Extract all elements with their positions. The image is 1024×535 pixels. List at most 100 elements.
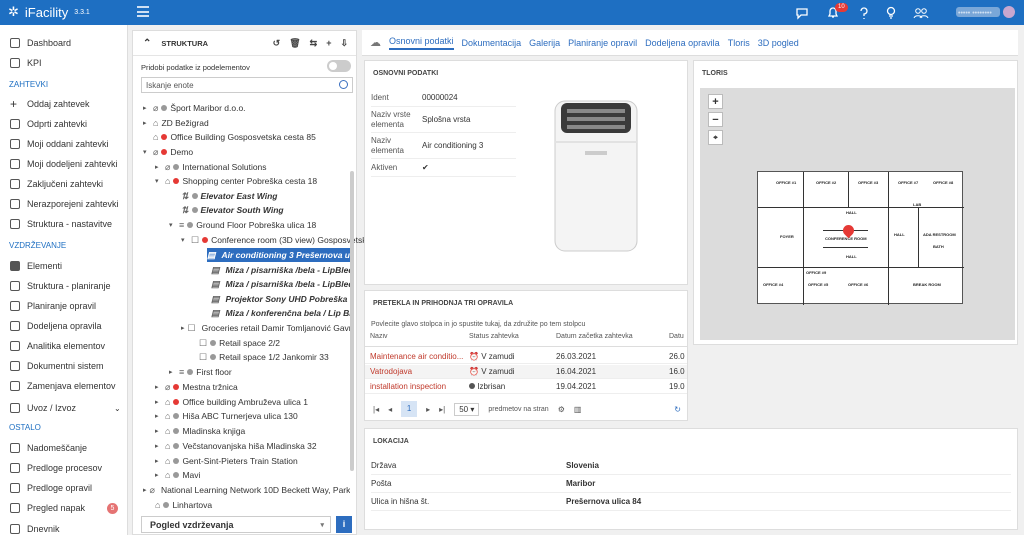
- sidebar-item-zamenjava[interactable]: Zamenjava elementov: [0, 376, 128, 396]
- sidebar-item-planiranje-opravil[interactable]: Planiranje opravil: [0, 296, 128, 316]
- bell-icon[interactable]: 10: [826, 3, 848, 20]
- refresh-icon[interactable]: ↻: [674, 405, 681, 414]
- tree-node[interactable]: ⇅ Elevator East Wing: [181, 189, 277, 203]
- view-select[interactable]: Pogled vzdrževanja ▾: [141, 516, 331, 533]
- users-icon[interactable]: [913, 6, 929, 20]
- tab-dokumentacija[interactable]: Dokumentacija: [462, 38, 522, 48]
- zoom-in-button[interactable]: +: [708, 94, 723, 109]
- tree-node[interactable]: ▸ ⌂ Mladinska knjiga: [155, 424, 245, 438]
- reset-view-button[interactable]: ⌖: [708, 130, 723, 145]
- subelements-toggle[interactable]: [327, 60, 351, 72]
- tab-galerija[interactable]: Galerija: [529, 38, 560, 48]
- table-row[interactable]: Maintenance air conditio... ⏰ V zamudi 26.…: [365, 350, 687, 364]
- tree-node[interactable]: ▾ ☐ Conference room (3D view) Gosposvetska: [181, 233, 371, 247]
- tree-node-selected[interactable]: ▤ Air conditioning 3 Prešernova ulica: [207, 248, 350, 262]
- tree-node[interactable]: ▸ ⌂ Gent-Sint-Pieters Train Station: [155, 454, 298, 468]
- tab-dodeljena-opravila[interactable]: Dodeljena opravila: [645, 38, 720, 48]
- floorplan-map[interactable]: + − ⌖ OFFICE #1 OFFICE #2 OFFICE #3 OFFI…: [700, 88, 1015, 340]
- sidebar-item-analitika[interactable]: Analitika elementov: [0, 336, 128, 356]
- help-icon[interactable]: [857, 6, 871, 20]
- sidebar-item-predloge-procesov[interactable]: Predloge procesov: [0, 458, 128, 478]
- sidebar-item-struktura-planiranje[interactable]: Struktura - planiranje: [0, 276, 128, 296]
- tree-node[interactable]: ▸ ⌂ ZD Bežigrad: [143, 116, 209, 130]
- menu-toggle-icon[interactable]: [137, 6, 149, 17]
- tab-tloris[interactable]: Tloris: [728, 38, 750, 48]
- tab-3d-pogled[interactable]: 3D pogled: [758, 38, 799, 48]
- sidebar-item-nadomescanje[interactable]: Nadomeščanje: [0, 438, 128, 458]
- sidebar-item-uvoz-izvoz[interactable]: Uvoz / Izvoz ⌄: [0, 398, 128, 418]
- tree-node[interactable]: ▸ ⌂ Office building Ambruževa ulica 1: [155, 395, 308, 409]
- avatar[interactable]: [1003, 6, 1015, 18]
- chat-icon[interactable]: [795, 6, 809, 20]
- tree-node[interactable]: ▸ ⌂ Mavi: [155, 468, 200, 482]
- sidebar-item-elementi[interactable]: Elementi: [0, 256, 128, 276]
- tree-node[interactable]: ▤ Miza / pisarniška /bela - LipBled: [211, 277, 350, 291]
- lightbulb-icon[interactable]: [884, 6, 898, 20]
- app-logo[interactable]: ✲ iFacility 3.3.1: [8, 4, 90, 20]
- trash-icon[interactable]: 🗑: [289, 38, 300, 49]
- page-number[interactable]: 1: [401, 401, 418, 417]
- sidebar-item-kpi[interactable]: KPI: [0, 53, 128, 73]
- home-icon: ⌂: [165, 397, 171, 407]
- settings-icon[interactable]: ⚙: [558, 405, 565, 414]
- collapse-icon[interactable]: ⌃: [143, 38, 151, 49]
- tab-osnovni-podatki[interactable]: Osnovni podatki: [389, 36, 454, 50]
- table-row[interactable]: Vatrodojava ⏰ V zamudi 16.04.2021 16.0: [365, 365, 687, 379]
- tree-node[interactable]: ☐ Retail space 2/2: [199, 336, 280, 350]
- first-page-icon[interactable]: |◂: [373, 405, 379, 414]
- tree-node[interactable]: ▤ Miza / konferenčna bela / Lip Bled: [211, 306, 350, 320]
- add-icon[interactable]: +: [326, 38, 331, 49]
- sidebar-item-nerazporejeni[interactable]: Nerazporejeni zahtevki: [0, 194, 128, 214]
- tree-node[interactable]: ▾ ≡ Ground Floor Pobreška ulica 18: [169, 218, 316, 232]
- tree-node[interactable]: ▸ ≡ First floor: [169, 365, 232, 379]
- tree-node[interactable]: ▤ Miza / pisarniška /bela - LipBled: [211, 263, 350, 277]
- prev-page-icon[interactable]: ◂: [388, 405, 392, 414]
- sidebar-item-moji-dodeljeni[interactable]: Moji dodeljeni zahtevki: [0, 154, 128, 174]
- move-icon[interactable]: ⇆: [310, 38, 318, 49]
- tree-node[interactable]: ▸ ⌀ Mestna tržnica: [155, 380, 238, 394]
- sidebar-item-struktura-nastavitve[interactable]: Struktura - nastavitve: [0, 214, 128, 234]
- sidebar-item-dokumentni-sistem[interactable]: Dokumentni sistem: [0, 356, 128, 376]
- tree-node[interactable]: ▸ ⌀ Šport Maribor d.o.o.: [143, 101, 246, 115]
- next-page-icon[interactable]: ▸: [426, 405, 430, 414]
- sidebar-item-moji-oddani[interactable]: Moji oddani zahtevki: [0, 134, 128, 154]
- page-size-select[interactable]: 50 ▾: [454, 402, 480, 416]
- tree-node[interactable]: ▸ ☐ Groceries retail Damir Tomljanović Gav…: [181, 321, 350, 335]
- tab-planiranje-opravil[interactable]: Planiranje opravil: [568, 38, 637, 48]
- tree-node[interactable]: ▸ ⌀ International Solutions: [155, 160, 267, 174]
- tree-scrollbar[interactable]: [350, 171, 354, 471]
- excel-icon[interactable]: ▥: [574, 405, 582, 414]
- col-naziv[interactable]: Naziv: [365, 333, 465, 346]
- zoom-out-button[interactable]: −: [708, 112, 723, 127]
- last-page-icon[interactable]: ▸|: [439, 405, 445, 414]
- sidebar-item-oddaj-zahtevek[interactable]: + Oddaj zahtevek: [0, 94, 128, 114]
- export-icon[interactable]: ⇩: [340, 38, 348, 49]
- tree-node[interactable]: ⌂ Office Building Gosposvetska cesta 85: [153, 130, 316, 144]
- tree-node[interactable]: ▸ ⌀ National Learning Network 10D Beckett …: [143, 483, 350, 497]
- sidebar-item-dnevnik[interactable]: Dnevnik: [0, 519, 128, 535]
- history-icon[interactable]: ↺: [273, 38, 281, 49]
- tree-node[interactable]: ▾ ⌀ Demo: [143, 145, 193, 159]
- sidebar-item-predloge-opravil[interactable]: Predloge opravil: [0, 478, 128, 498]
- search-input[interactable]: Iskanje enote: [141, 77, 353, 93]
- tree-node[interactable]: ▸ ⌂ Hiša ABC Turnerjeva ulica 130: [155, 409, 298, 423]
- group-hint: Povlecite glavo stolpca in jo spustite t…: [371, 321, 586, 328]
- tree-node[interactable]: ▸ ⌂ Večstanovanjska hiša Mladinska 32: [155, 439, 317, 453]
- sidebar-item-pregled-napak[interactable]: Pregled napak 5: [0, 498, 128, 518]
- info-button[interactable]: i: [336, 516, 352, 533]
- tree-node[interactable]: ▤Projektor Sony UHD Pobreška cesta: [211, 292, 350, 306]
- sidebar-item-dashboard[interactable]: Dashboard: [0, 33, 128, 53]
- search-icon[interactable]: [339, 80, 348, 89]
- col-status[interactable]: Status zahtevka: [465, 333, 552, 346]
- col-datum2[interactable]: Datu: [665, 333, 687, 346]
- tree-node[interactable]: ▾ ⌂ Shopping center Pobreška cesta 18: [155, 174, 317, 188]
- sidebar-item-zakljuceni[interactable]: Zaključeni zahtevki: [0, 174, 128, 194]
- tree-node[interactable]: ⌂ Linhartova: [155, 498, 212, 512]
- tree-node[interactable]: ⇅ Elevator South Wing: [181, 203, 284, 217]
- sidebar-item-dodeljena-opravila[interactable]: Dodeljena opravila: [0, 316, 128, 336]
- col-datum[interactable]: Datum začetka zahtevka: [552, 333, 665, 346]
- user-name[interactable]: ••••• ••••••••: [956, 7, 1000, 17]
- sidebar-item-odprti-zahtevki[interactable]: Odprti zahtevki: [0, 114, 128, 134]
- table-row[interactable]: installation inspection Izbrisan 19.04.20…: [365, 380, 687, 394]
- tree-node[interactable]: ☐ Retail space 1/2 Jankomir 33: [199, 350, 329, 364]
